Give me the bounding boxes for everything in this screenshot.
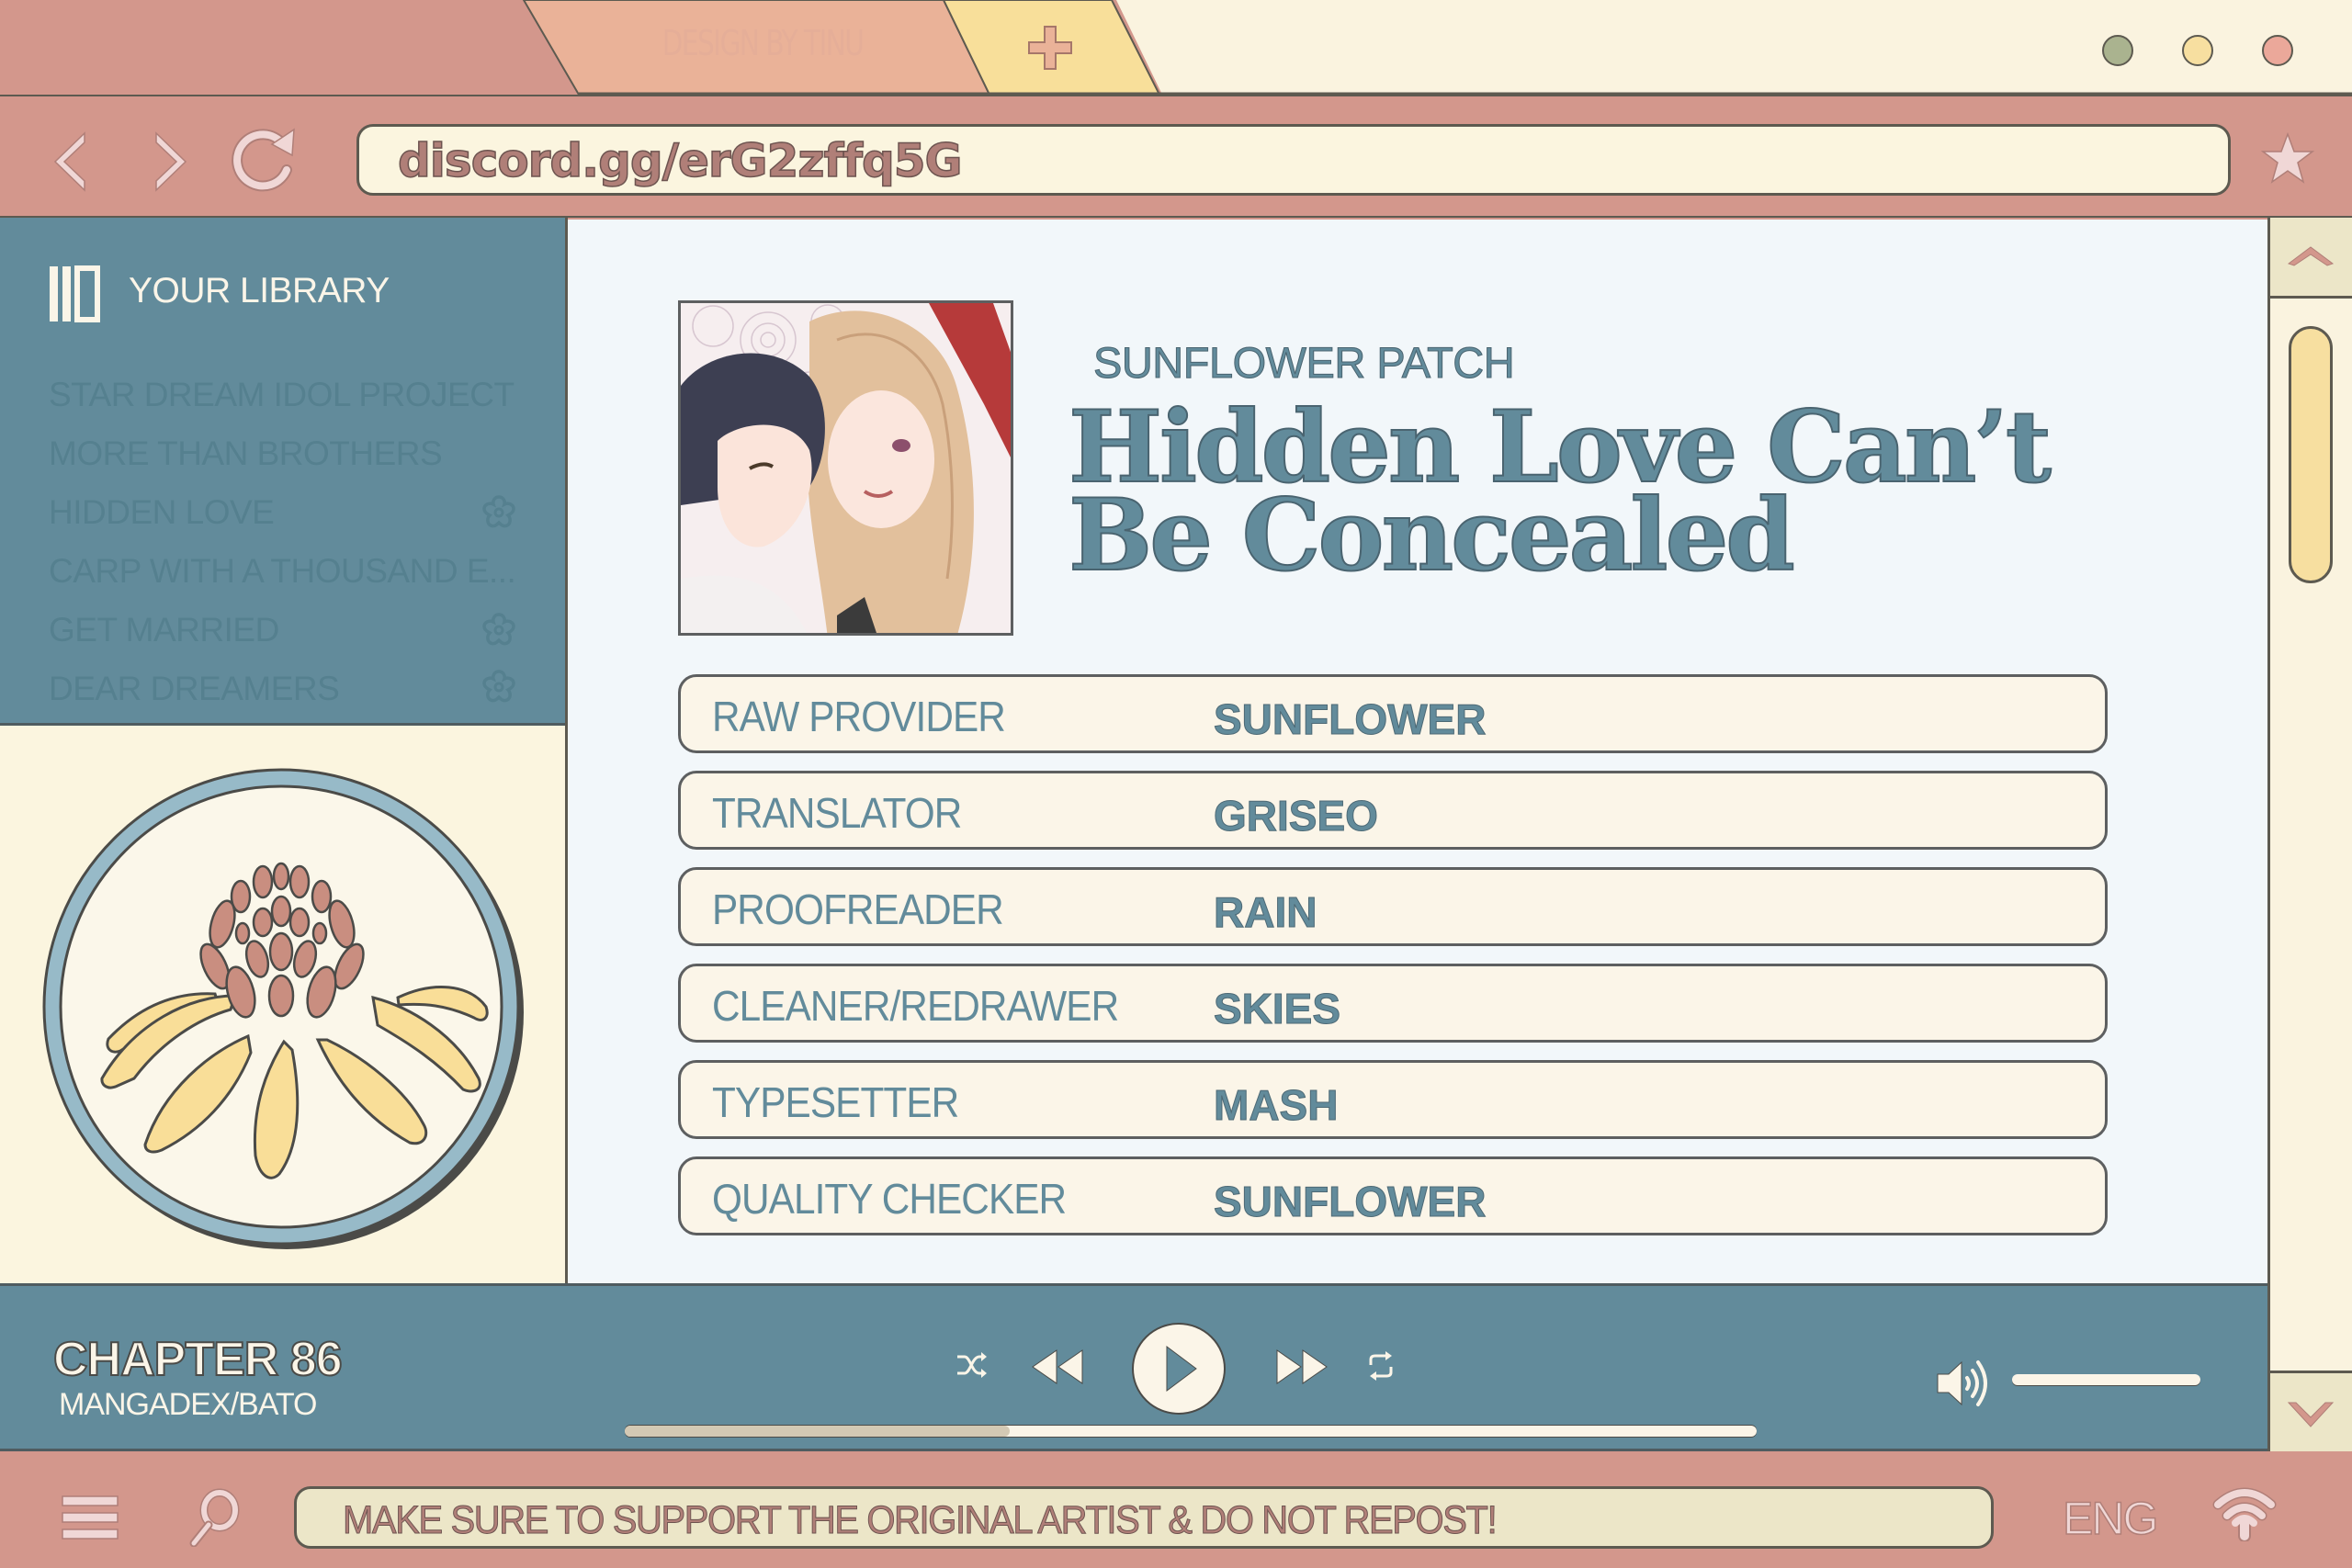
rewind-icon[interactable] <box>1031 1348 1084 1385</box>
chapter-number: CHAPTER 86 <box>52 1332 344 1387</box>
library-item[interactable]: GET MARRIED <box>49 611 279 649</box>
tab-strip: DESIGN BY TINU <box>0 0 2352 95</box>
chevron-left-icon[interactable] <box>48 130 94 194</box>
library-icon <box>50 265 100 322</box>
url-text: discord.gg/erG2zffq5G <box>397 133 963 188</box>
credit-row: CLEANER/REDRAWER SKIES <box>678 964 2108 1043</box>
credits-page: SUNFLOWER PATCH Hidden Love Can’t Be Con… <box>568 220 2267 1283</box>
logo-panel <box>0 726 567 1283</box>
flower-icon <box>482 670 515 703</box>
series-title-line-2: Be Concealed <box>1068 478 1796 593</box>
library-item[interactable]: HIDDEN LOVE <box>49 493 275 532</box>
taskbar: MAKE SURE TO SUPPORT THE ORIGINAL ARTIST… <box>0 1451 2352 1568</box>
plus-icon[interactable] <box>1027 25 1073 71</box>
credit-name: SKIES <box>1213 985 1341 1033</box>
library-item[interactable]: CARP WITH A THOUSAND E... <box>49 552 516 591</box>
volume-slider[interactable] <box>2012 1374 2200 1385</box>
scroll-up-button[interactable] <box>2270 218 2352 299</box>
credit-role: CLEANER/REDRAWER <box>712 982 1119 1030</box>
credit-row: QUALITY CHECKER SUNFLOWER <box>678 1156 2108 1235</box>
search-icon[interactable] <box>188 1488 243 1547</box>
tab-strip-empty-area <box>1116 0 2352 95</box>
library-item[interactable]: STAR DREAM IDOL PROJECT <box>49 376 514 414</box>
url-bar[interactable]: discord.gg/erG2zffq5G <box>356 124 2231 196</box>
tab-strip-shapes <box>522 0 2352 95</box>
window-minimize-button[interactable] <box>2102 35 2133 66</box>
credit-role: PROOFREADER <box>712 886 1004 933</box>
chevron-up-icon <box>2287 246 2335 266</box>
notice-text: MAKE SURE TO SUPPORT THE ORIGINAL ARTIST… <box>343 1498 1498 1543</box>
repeat-icon[interactable] <box>1367 1348 1395 1383</box>
reload-icon[interactable] <box>230 122 303 196</box>
window-close-button[interactable] <box>2262 35 2293 66</box>
notice-bar: MAKE SURE TO SUPPORT THE ORIGINAL ARTIST… <box>294 1486 1994 1549</box>
credit-name: SUNFLOWER <box>1213 1178 1487 1226</box>
credit-role: QUALITY CHECKER <box>712 1175 1067 1223</box>
chapter-progress-fill <box>625 1426 1010 1437</box>
wifi-icon[interactable] <box>2212 1486 2277 1541</box>
credit-row: TYPESETTER MASH <box>678 1060 2108 1139</box>
library-item[interactable]: MORE THAN BROTHERS <box>49 434 443 473</box>
library-title: YOUR LIBRARY <box>129 271 390 310</box>
scanlation-group-name: SUNFLOWER PATCH <box>1092 338 1515 388</box>
shuffle-icon[interactable] <box>956 1348 989 1382</box>
credit-name: MASH <box>1213 1081 1339 1130</box>
tab-label: DESIGN BY TINU <box>662 23 865 63</box>
chevron-down-icon <box>2287 1402 2335 1427</box>
chevron-right-icon[interactable] <box>147 130 193 194</box>
vertical-scrollbar[interactable] <box>2267 218 2352 1451</box>
star-icon[interactable] <box>2260 131 2315 186</box>
library-item[interactable]: DEAR DREAMERS <box>49 670 340 708</box>
sunflower-logo <box>42 768 524 1249</box>
series-title: Hidden Love Can’t Be Concealed <box>1068 397 2263 593</box>
language-indicator[interactable]: ENG <box>2062 1492 2159 1545</box>
play-button[interactable] <box>1130 1321 1227 1416</box>
nav-bar: discord.gg/erG2zffq5G <box>0 95 2352 218</box>
volume-icon[interactable] <box>1934 1358 1993 1409</box>
credit-name: GRISEO <box>1214 792 1379 840</box>
credit-role: TRANSLATOR <box>712 789 962 837</box>
credit-row: PROOFREADER RAIN <box>678 867 2108 946</box>
credit-role: TYPESETTER <box>712 1078 959 1126</box>
fast-forward-icon[interactable] <box>1275 1348 1329 1385</box>
credit-name: SUNFLOWER <box>1213 695 1487 744</box>
flower-icon <box>482 613 515 646</box>
scroll-thumb[interactable] <box>2289 326 2333 583</box>
flower-icon <box>482 495 515 528</box>
menu-icon[interactable] <box>61 1495 119 1540</box>
chapter-player: CHAPTER 86 MANGADEX/BATO <box>0 1283 2267 1451</box>
cover-illustration <box>681 303 1011 633</box>
window-maximize-button[interactable] <box>2182 35 2213 66</box>
credit-name: RAIN <box>1213 888 1317 937</box>
chapter-progress-bar[interactable] <box>625 1426 1757 1437</box>
credit-row: TRANSLATOR GRISEO <box>678 771 2108 850</box>
credit-role: RAW PROVIDER <box>712 693 1006 740</box>
chapter-source: MANGADEX/BATO <box>59 1387 317 1422</box>
credit-row: RAW PROVIDER SUNFLOWER <box>678 674 2108 753</box>
library-sidebar: YOUR LIBRARY STAR DREAM IDOL PROJECT MOR… <box>0 218 567 726</box>
cover-art <box>678 300 1013 636</box>
scroll-down-button[interactable] <box>2270 1371 2352 1451</box>
